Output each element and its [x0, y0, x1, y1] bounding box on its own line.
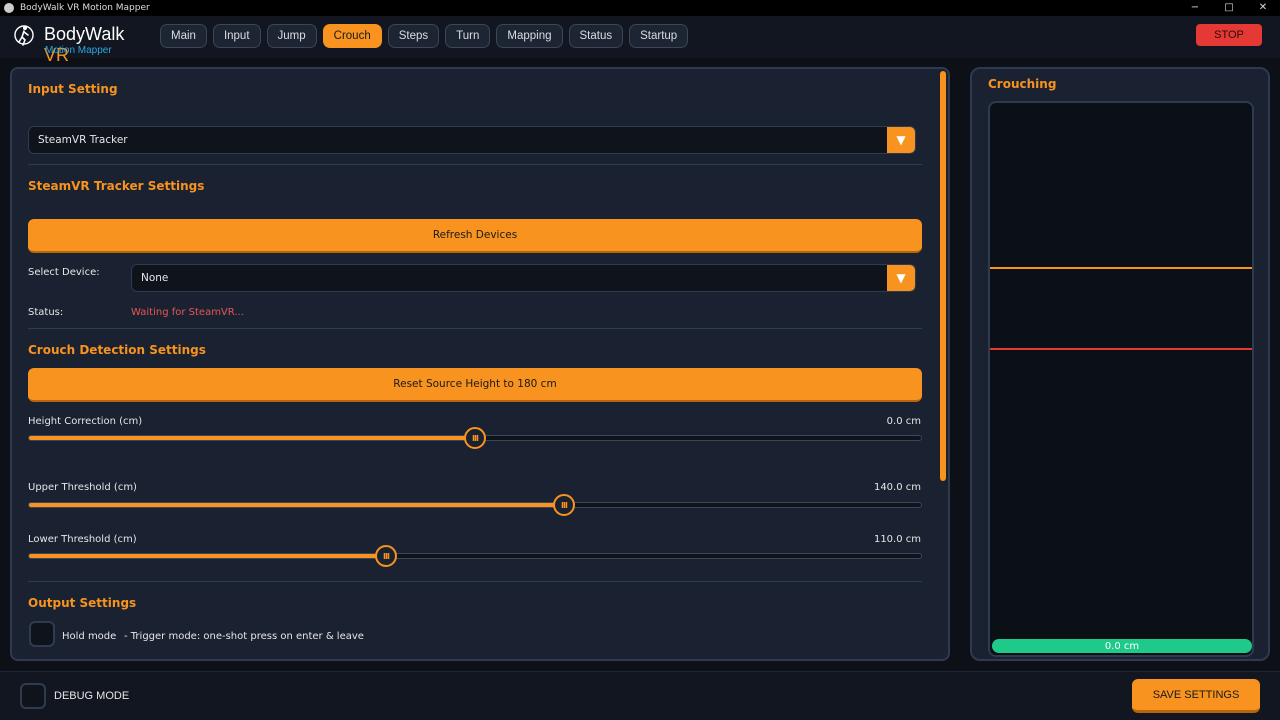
crouch-visualizer: 0.0 cm [988, 101, 1254, 657]
lower-threshold-label: Lower Threshold (cm) [28, 534, 137, 545]
logo-subtitle: Motion Mapper [45, 45, 112, 56]
tab-crouch[interactable]: Crouch [322, 24, 382, 48]
app-icon [4, 3, 14, 13]
settings-panel: Input Setting SteamVR Tracker ▼ SteamVR … [10, 67, 950, 661]
tab-mapping[interactable]: Mapping [496, 24, 563, 48]
slider-thumb[interactable]: III [553, 494, 575, 516]
logo-main-text: BodyWalk [44, 24, 125, 44]
slider-fill [29, 503, 564, 507]
crouching-title: Crouching [988, 77, 1057, 91]
minimize-icon[interactable]: − [1178, 0, 1212, 16]
chevron-down-icon: ▼ [887, 127, 915, 153]
debug-mode-label: DEBUG MODE [54, 690, 130, 702]
upper-threshold-label: Upper Threshold (cm) [28, 482, 137, 493]
input-setting-title: Input Setting [28, 82, 118, 96]
slider-fill [29, 554, 386, 558]
close-icon[interactable]: ✕ [1246, 0, 1280, 16]
output-settings-title: Output Settings [28, 596, 137, 610]
save-settings-button[interactable]: SAVE SETTINGS [1132, 679, 1260, 713]
tab-startup[interactable]: Startup [629, 24, 689, 48]
device-value: None [141, 272, 169, 284]
tab-status[interactable]: Status [568, 24, 624, 48]
upper-threshold-value: 140.0 cm [873, 482, 921, 493]
height-correction-label: Height Correction (cm) [28, 416, 143, 427]
device-dropdown[interactable]: None ▼ [131, 264, 916, 292]
tab-bar: Main Input Jump Crouch Steps Turn Mappin… [160, 24, 689, 48]
divider [28, 328, 922, 329]
tab-jump[interactable]: Jump [266, 24, 317, 48]
tab-input[interactable]: Input [212, 24, 261, 48]
chevron-down-icon: ▼ [887, 265, 915, 291]
crouch-detection-title: Crouch Detection Settings [28, 343, 206, 357]
hold-mode-description: - Trigger mode: one-shot press on enter … [124, 631, 364, 642]
scrollbar[interactable] [940, 71, 946, 481]
lower-threshold-line [990, 348, 1252, 350]
app-logo: BodyWalk VR Motion Mapper [12, 21, 152, 65]
input-source-dropdown[interactable]: SteamVR Tracker ▼ [28, 126, 916, 154]
height-correction-slider[interactable]: III [28, 427, 922, 449]
divider [28, 581, 922, 582]
debug-mode-checkbox[interactable] [20, 683, 46, 709]
refresh-devices-button[interactable]: Refresh Devices [28, 219, 922, 253]
lower-threshold-value: 110.0 cm [873, 534, 921, 545]
input-source-value: SteamVR Tracker [38, 134, 128, 146]
tab-turn[interactable]: Turn [445, 24, 491, 48]
select-device-label: Select Device: [28, 267, 100, 278]
divider [28, 164, 922, 165]
hold-mode-checkbox[interactable] [29, 621, 55, 647]
crouching-panel: Crouching 0.0 cm [970, 67, 1270, 661]
lower-threshold-slider[interactable]: III [28, 545, 922, 567]
status-value: Waiting for SteamVR... [131, 307, 244, 318]
walker-icon [14, 25, 34, 46]
tracker-settings-title: SteamVR Tracker Settings [28, 179, 205, 193]
footer-bar: DEBUG MODE SAVE SETTINGS [0, 671, 1280, 720]
window-title: BodyWalk VR Motion Mapper [20, 3, 150, 13]
hold-mode-label: Hold mode [62, 631, 117, 642]
tab-main[interactable]: Main [160, 24, 207, 48]
upper-threshold-slider[interactable]: III [28, 494, 922, 516]
slider-fill [29, 436, 475, 440]
slider-thumb[interactable]: III [375, 545, 397, 567]
maximize-icon[interactable]: □ [1212, 0, 1246, 16]
title-bar: BodyWalk VR Motion Mapper − □ ✕ [0, 0, 1280, 16]
slider-thumb[interactable]: III [464, 427, 486, 449]
upper-threshold-line [990, 267, 1252, 269]
reset-height-button[interactable]: Reset Source Height to 180 cm [28, 368, 922, 402]
stop-button[interactable]: STOP [1196, 24, 1262, 46]
current-height-bar: 0.0 cm [992, 639, 1252, 653]
window-controls: − □ ✕ [1178, 0, 1280, 16]
tab-steps[interactable]: Steps [387, 24, 440, 48]
status-label: Status: [28, 307, 64, 318]
height-correction-value: 0.0 cm [886, 416, 921, 427]
app-header: BodyWalk VR Motion Mapper Main Input Jum… [0, 16, 1280, 65]
